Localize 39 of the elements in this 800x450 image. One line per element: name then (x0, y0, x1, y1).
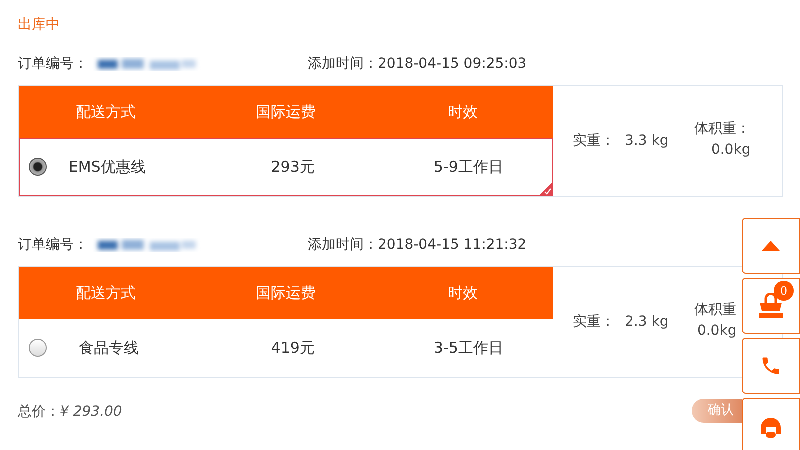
order-number-label: 订单编号： (18, 236, 88, 254)
side-button[interactable] (742, 218, 800, 274)
shipping-fee: 293元 (270, 156, 316, 178)
added-time: 2018-04-15 11:21:32 (378, 236, 527, 254)
shipping-option-row[interactable]: EMS优惠线 293元 5-9工作日 (19, 138, 553, 196)
delivery-time: 3-5工作日 (432, 338, 504, 359)
volume-weight-value: 0.0kg (711, 141, 751, 160)
weight-label: 实重： (573, 132, 615, 150)
side-button[interactable] (742, 398, 800, 450)
radio-button[interactable] (29, 158, 47, 176)
added-time-label: 添加时间： (308, 54, 378, 74)
column-header: 时效 (447, 282, 479, 304)
shipping-method: 食品专线 (78, 338, 140, 359)
phone-icon (760, 355, 782, 377)
side-button[interactable] (742, 338, 800, 394)
column-header: 时效 (447, 102, 479, 123)
total-label: 总价： (18, 403, 60, 422)
weight-label: 实重： (573, 312, 615, 332)
shipping-option-row[interactable]: 食品专线 419元 3-5工作日 (19, 319, 553, 377)
cart-badge: 0 (774, 281, 794, 301)
weight-value: 3.3 kg (625, 132, 669, 150)
weight-value: 2.3 kg (625, 312, 669, 332)
total-price: ¥ 293.00 (60, 403, 122, 422)
added-time: 2018-04-15 09:25:03 (378, 54, 527, 74)
shipping-fee: 419元 (270, 338, 316, 359)
status-label: 出库中 (18, 16, 61, 35)
volume-weight-label: 体积重： (694, 120, 751, 139)
column-header: 配送方式 (75, 282, 137, 304)
radio-button[interactable] (29, 339, 47, 357)
order-number-label: 订单编号： (18, 54, 88, 74)
volume-weight-value: 0.0kg (697, 322, 737, 341)
column-header: 国际运费 (255, 282, 317, 304)
added-time-label: 添加时间： (308, 236, 378, 254)
volume-weight-label: 体积重 (694, 301, 737, 320)
shipping-method: EMS优惠线 (68, 156, 147, 178)
delivery-time: 5-9工作日 (432, 156, 504, 178)
column-header: 国际运费 (255, 102, 317, 123)
caret-up-icon (762, 241, 780, 251)
column-header: 配送方式 (75, 102, 137, 123)
